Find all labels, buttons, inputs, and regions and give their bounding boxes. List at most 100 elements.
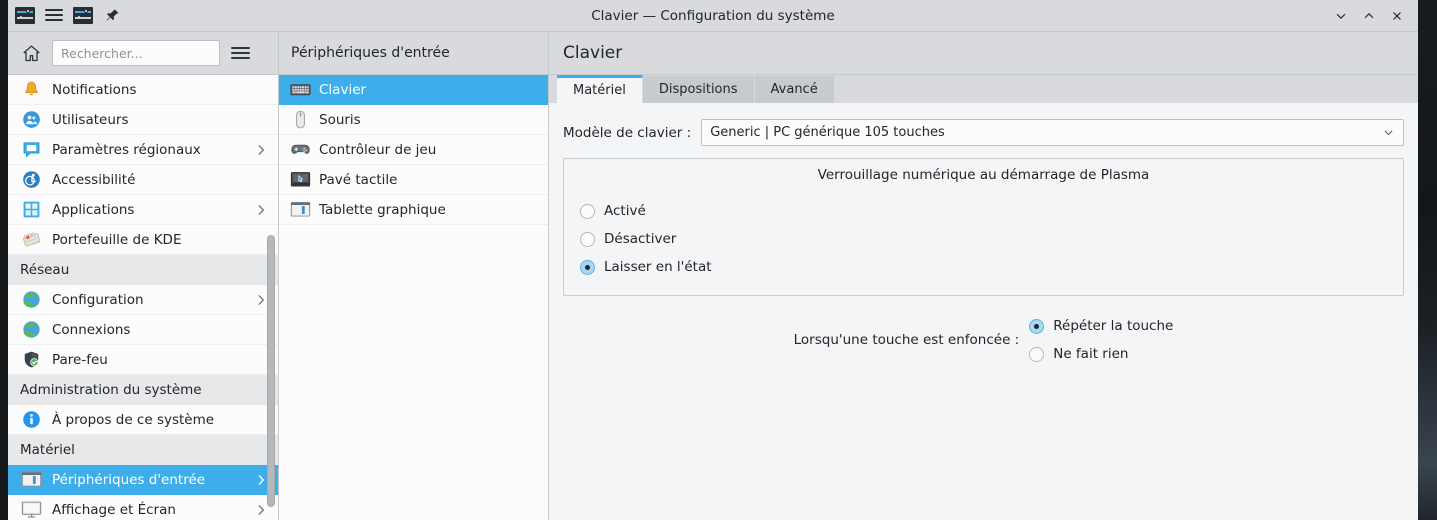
radio-label: Activé [604, 203, 646, 219]
device-item-contr-leur-de-jeu[interactable]: Contrôleur de jeu [279, 135, 548, 165]
sidebar-item-param-tres-r-gionaux[interactable]: Paramètres régionaux [8, 135, 278, 165]
sidebar-scrollbar[interactable] [267, 235, 275, 520]
window-body: Notifications Utilisateurs Paramètres régi… [8, 74, 1418, 520]
info-icon [20, 409, 42, 431]
radio-label: Répéter la touche [1053, 318, 1174, 334]
keypress-label: Lorsqu'une touche est enfoncée : [793, 332, 1020, 348]
device-item-tablette-graphique[interactable]: Tablette graphique [279, 195, 548, 225]
sidebar-scrollbar-thumb[interactable] [267, 235, 275, 507]
tab-bar: Matériel Dispositions Avancé [549, 75, 1418, 103]
wallet-icon [20, 229, 42, 251]
keypress-row: Lorsqu'une touche est enfoncée : Répéter… [563, 312, 1404, 368]
sidebar-list: Notifications Utilisateurs Paramètres régi… [8, 75, 278, 520]
header-row: Périphériques d'entrée Clavier [8, 32, 1418, 74]
search-input[interactable] [61, 45, 211, 61]
chevron-right-icon [254, 473, 268, 487]
sidebar-item-affichage-et-cran[interactable]: Affichage et Écran [8, 495, 278, 520]
device-item-label: Clavier [319, 81, 367, 98]
home-icon[interactable] [18, 40, 44, 66]
sidebar-item-label: Pare-feu [52, 351, 108, 368]
titlebar-toolbar [8, 7, 123, 25]
sidebar-item-label: Configuration [52, 291, 144, 308]
chevron-right-icon [254, 503, 268, 517]
sidebar-item-p-riph-riques-d-entr-e[interactable]: Périphériques d'entrée [8, 465, 278, 495]
keypress-option-ne-fait-rien[interactable]: Ne fait rien [1029, 340, 1173, 368]
sidebar-item-label: Affichage et Écran [52, 501, 176, 518]
sidebar-item-label: Connexions [52, 321, 131, 338]
chevron-down-icon [1382, 126, 1395, 139]
radio-button[interactable] [1029, 318, 1045, 334]
radio-label: Laisser en l'état [604, 259, 712, 275]
hamburger-icon[interactable] [43, 7, 65, 25]
sidebar-item-notifications[interactable]: Notifications [8, 75, 278, 105]
search-input-wrapper[interactable] [52, 40, 220, 66]
chevron-right-icon [254, 203, 268, 217]
applications-icon [20, 199, 42, 221]
tablet-icon [20, 469, 42, 491]
device-item-label: Tablette graphique [319, 201, 446, 218]
close-button[interactable] [1384, 4, 1410, 28]
tablet-icon [289, 199, 311, 221]
sidebar-item-label: Applications [52, 201, 135, 218]
minimize-button[interactable] [1328, 4, 1354, 28]
sidebar-item-label: Portefeuille de KDE [52, 231, 182, 248]
tab-dispositions[interactable]: Dispositions [642, 76, 755, 103]
radio-button[interactable] [580, 231, 595, 247]
radio-button[interactable] [580, 203, 595, 219]
sidebar-item-label: Périphériques d'entrée [52, 471, 206, 488]
sidebar-item-configuration[interactable]: Configuration [8, 285, 278, 315]
wallpaper-highlight [1418, 330, 1437, 520]
keyboard-model-select[interactable]: Generic | PC générique 105 touches [701, 119, 1404, 146]
keypress-option-r-p-ter-la-touche[interactable]: Répéter la touche [1029, 312, 1173, 340]
sidebar-item-portefeuille-de-kde[interactable]: Portefeuille de KDE [8, 225, 278, 255]
radio-button[interactable] [1029, 346, 1045, 362]
device-item-pav-tactile[interactable]: Pavé tactile [279, 165, 548, 195]
window-titlebar: Clavier — Configuration du système [8, 0, 1418, 32]
sidebar-item-label: À propos de ce système [52, 411, 215, 428]
radio-label: Désactiver [604, 231, 677, 247]
screen: Clavier — Configuration du système Reche… [0, 0, 1437, 520]
breadcrumb: Périphériques d'entrée [278, 32, 548, 74]
chevron-right-icon [254, 293, 268, 307]
device-item-clavier[interactable]: Clavier [279, 75, 548, 105]
tab-avanc-[interactable]: Avancé [754, 76, 835, 103]
content-panel: Matériel Dispositions Avancé Modèle de cla… [548, 74, 1418, 520]
tab-mat-riel[interactable]: Matériel [557, 75, 643, 103]
tab-content-materiel: Modèle de clavier : Generic | PC génériq… [549, 103, 1418, 520]
hamburger-icon-menu[interactable] [228, 41, 252, 65]
mouse-icon [289, 109, 311, 131]
keyboard-model-value: Generic | PC générique 105 touches [710, 125, 945, 140]
sliders-icon[interactable] [14, 7, 36, 25]
users-icon [20, 109, 42, 131]
keyboard-model-label: Modèle de clavier : [563, 124, 692, 141]
maximize-button[interactable] [1356, 4, 1382, 28]
sidebar-header [8, 32, 278, 74]
pin-icon[interactable] [101, 7, 123, 25]
touchpad-icon [289, 169, 311, 191]
language-icon [20, 139, 42, 161]
desktop-left-edge [0, 0, 8, 520]
globe-icon [20, 289, 42, 311]
sliders-icon-secondary[interactable] [72, 7, 94, 25]
sidebar-section-header: Matériel [8, 435, 278, 465]
numlock-radio-group: Activé Désactiver Laisser en l'état [564, 197, 1403, 281]
sidebar-item-propos-de-ce-syst-me[interactable]: À propos de ce système [8, 405, 278, 435]
keypress-radio-group: Répéter la touche Ne fait rien [1029, 312, 1173, 368]
numlock-option-laisser-en-l-tat[interactable]: Laisser en l'état [564, 253, 1403, 281]
radio-button[interactable] [580, 259, 595, 275]
numlock-option-activ[interactable]: Activé [564, 197, 1403, 225]
sidebar-item-label: Paramètres régionaux [52, 141, 201, 158]
sidebar-item-pare-feu[interactable]: Pare-feu [8, 345, 278, 375]
sidebar-item-applications[interactable]: Applications [8, 195, 278, 225]
sidebar-item-accessibilit[interactable]: Accessibilité [8, 165, 278, 195]
numlock-groupbox: Verrouillage numérique au démarrage de P… [563, 158, 1404, 296]
radio-label: Ne fait rien [1053, 346, 1129, 362]
device-item-label: Pavé tactile [319, 171, 398, 188]
sidebar-item-connexions[interactable]: Connexions [8, 315, 278, 345]
device-item-souris[interactable]: Souris [279, 105, 548, 135]
sidebar-item-utilisateurs[interactable]: Utilisateurs [8, 105, 278, 135]
numlock-option-d-sactiver[interactable]: Désactiver [564, 225, 1403, 253]
accessibility-icon [20, 169, 42, 191]
chevron-right-icon [254, 143, 268, 157]
bell-icon [20, 79, 42, 101]
